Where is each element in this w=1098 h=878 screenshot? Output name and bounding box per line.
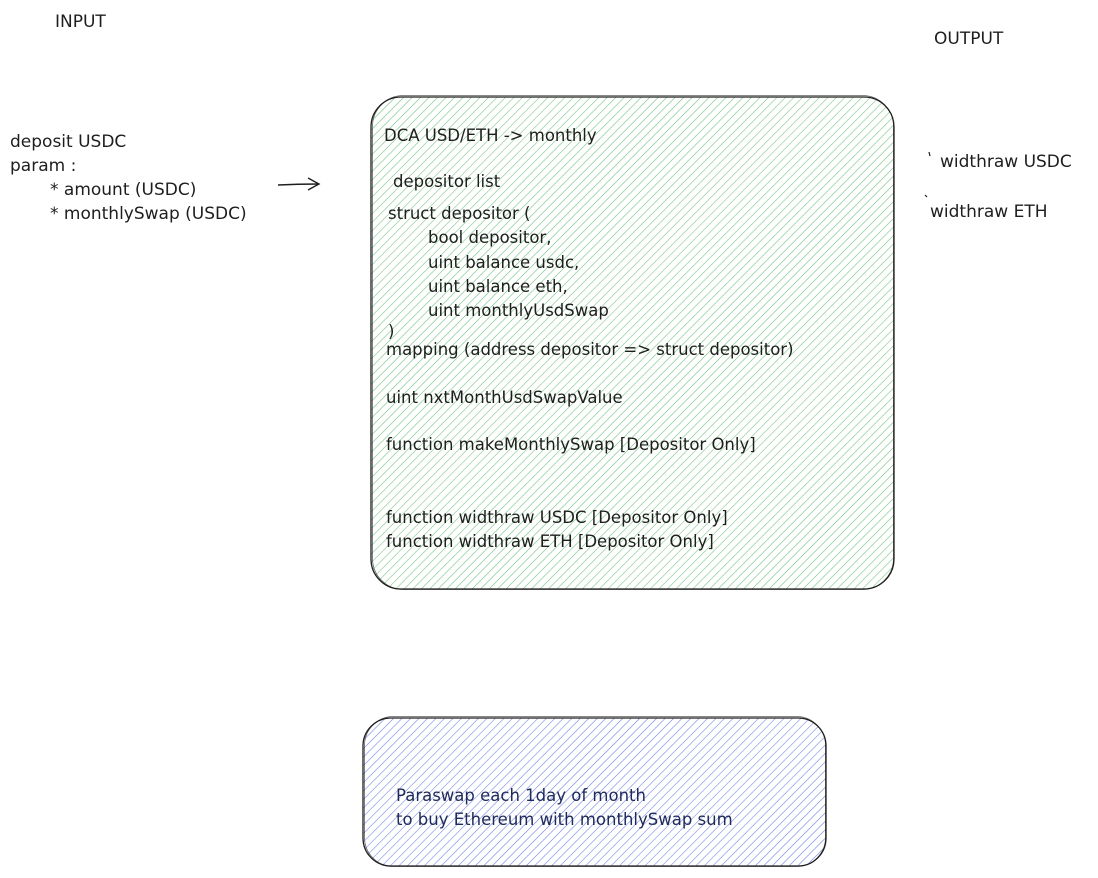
paraswap-line-2: to buy Ethereum with monthlySwap sum <box>396 810 733 829</box>
struct-field-usdc: uint balance usdc, <box>428 253 580 272</box>
input-arrow <box>277 177 321 191</box>
struct-field-bool: bool depositor, <box>428 228 552 247</box>
depositor-list-label: depositor list <box>393 172 501 191</box>
struct-field-eth: uint balance eth, <box>428 277 568 296</box>
output-label: OUTPUT <box>934 29 1004 49</box>
struct-close: ) <box>388 322 395 341</box>
struct-open: struct depositor ( <box>388 204 531 223</box>
paraswap-line-1: Paraswap each 1day of month <box>396 786 646 805</box>
function-withdraw-usdc: function widthraw USDC [Depositor Only] <box>386 508 728 527</box>
output-withdraw-eth: widthraw ETH <box>930 202 1048 222</box>
output-withdraw-usdc: widthraw USDC <box>940 152 1072 172</box>
struct-field-monthly: uint monthlyUsdSwap <box>428 301 609 320</box>
contract-title: DCA USD/ETH -> monthly <box>384 126 597 145</box>
input-line-monthly-swap: * monthlySwap (USDC) <box>50 204 247 224</box>
output-tick-2 <box>924 194 928 198</box>
function-monthly-swap: function makeMonthlySwap [Depositor Only… <box>386 435 756 454</box>
input-line-deposit: deposit USDC <box>10 132 127 152</box>
mapping-line: mapping (address depositor => struct dep… <box>386 340 794 359</box>
variable-line: uint nxtMonthUsdSwapValue <box>386 388 623 407</box>
function-withdraw-eth: function widthraw ETH [Depositor Only] <box>386 532 714 551</box>
input-line-amount: * amount (USDC) <box>50 180 197 200</box>
output-tick-1 <box>928 151 931 157</box>
input-label: INPUT <box>55 12 106 32</box>
input-line-param: param : <box>10 156 77 176</box>
